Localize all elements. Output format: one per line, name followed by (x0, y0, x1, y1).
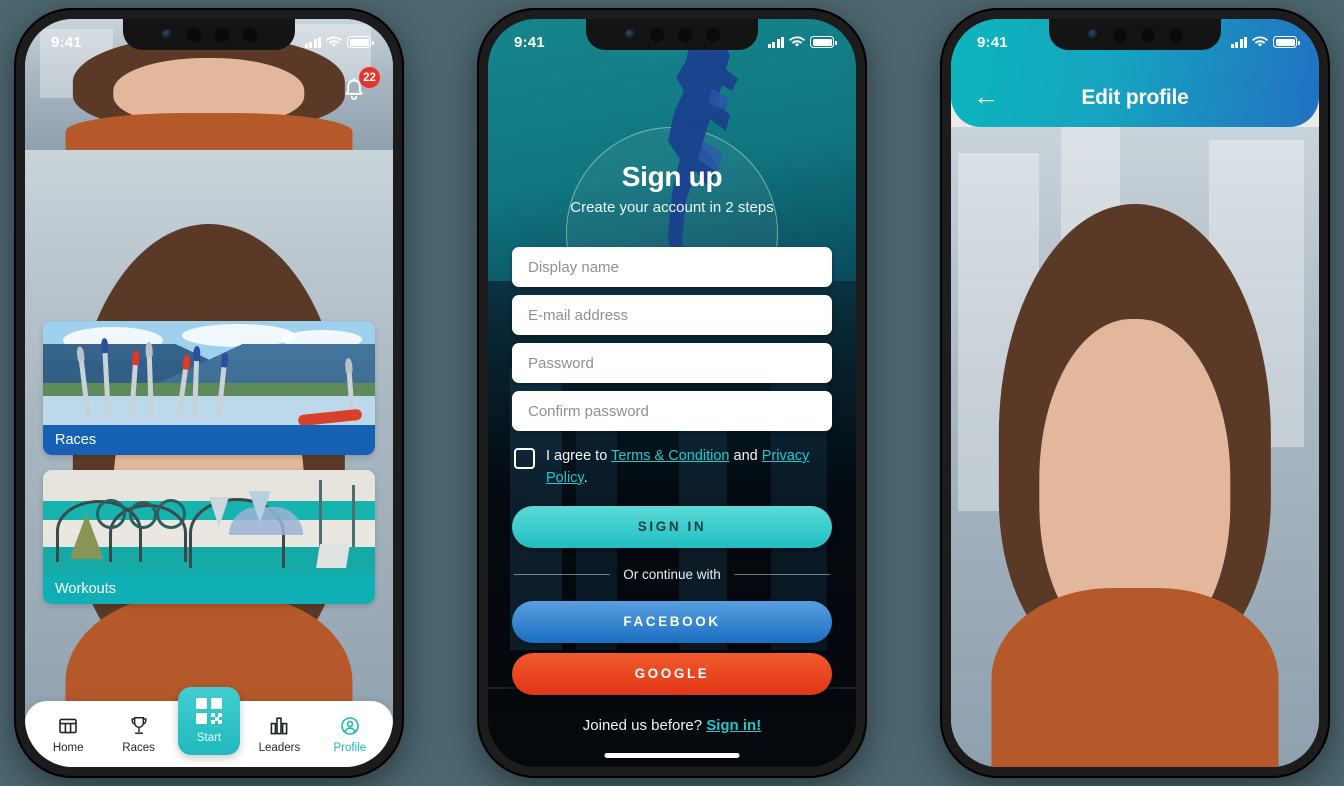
avatar[interactable] (25, 19, 393, 158)
home-indicator (604, 753, 740, 758)
tab-home[interactable]: Home (33, 714, 103, 754)
tab-profile[interactable]: Profile (315, 714, 385, 754)
divider-line (514, 573, 611, 575)
terms-checkbox[interactable] (514, 448, 535, 469)
card-workouts[interactable]: Workouts (43, 470, 375, 604)
bottom-tab-bar: Home Races . Leaders (25, 687, 393, 767)
phone-notch (1049, 19, 1221, 50)
facebook-button[interactable]: FACEBOOK (512, 600, 832, 643)
sensor-dot (677, 27, 692, 42)
sensor-dot (1112, 27, 1127, 42)
phone-edit-profile-screen: 9:41 ← Edit profile (940, 8, 1330, 778)
signal-bars-icon (767, 36, 784, 48)
home-grid-icon (33, 714, 103, 738)
front-camera-icon (161, 29, 173, 40)
phone-signup-screen: 9:41 Sign up Create your account in 2 st… (477, 8, 867, 778)
tab-label: Home (52, 742, 84, 754)
phone-notch (123, 19, 295, 50)
email-input[interactable]: E-mail address (512, 295, 832, 335)
terms-middle: and (729, 448, 762, 464)
page-title: Edit profile (1081, 86, 1189, 109)
terms-agreement-row: I agree to Terms & Condition and Privacy… (512, 439, 832, 490)
sensor-dot (186, 27, 201, 42)
status-time: 9:41 (51, 33, 82, 51)
signin-footer: Joined us before? Sign in! (512, 717, 832, 734)
bar-chart-icon (244, 714, 314, 738)
notifications-button[interactable]: 22 (341, 67, 380, 110)
terms-text: I agree to Terms & Condition and Privacy… (546, 446, 830, 490)
sensor-dot (242, 27, 257, 42)
sign-in-link[interactable]: Sign in! (706, 717, 761, 734)
divider-line (733, 573, 831, 575)
avatar[interactable] (951, 127, 1319, 767)
home-screen: Hi Katharina! Are you ready to race toda… (25, 19, 393, 767)
sensor-dot (1140, 27, 1155, 42)
card-races[interactable]: Races (43, 321, 375, 455)
divider-text: Or continue with (623, 566, 721, 582)
tab-leaders[interactable]: Leaders (244, 714, 314, 754)
sign-in-button[interactable]: SIGN IN (512, 505, 832, 548)
sensor-dot (1168, 27, 1183, 42)
phone-home-screen: 9:41 Hi Katharina! Are you rea (14, 8, 404, 778)
wifi-icon (789, 36, 805, 47)
battery-icon (347, 36, 374, 48)
trophy-icon (103, 714, 173, 738)
page-title: Sign up (621, 161, 723, 192)
tab-start[interactable]: Start (178, 687, 240, 755)
status-time: 9:41 (977, 33, 1008, 51)
workouts-image (43, 470, 375, 574)
status-time: 9:41 (514, 33, 545, 51)
display-name-input[interactable]: Display name (512, 247, 832, 287)
sensor-dot (705, 27, 720, 42)
tab-races[interactable]: Races (103, 714, 173, 754)
wifi-icon (326, 36, 342, 47)
card-caption: Races (43, 425, 375, 455)
signal-bars-icon (1230, 36, 1247, 48)
mockup-stage: 9:41 Hi Katharina! Are you rea (0, 0, 1344, 786)
avatar[interactable] (25, 150, 393, 767)
user-circle-icon (315, 714, 385, 738)
races-image (43, 321, 375, 425)
battery-icon (1273, 36, 1300, 48)
terms-prefix: I agree to (546, 448, 612, 464)
divider: Or continue with (514, 566, 831, 582)
sensor-dot (649, 27, 664, 42)
terms-suffix: . (583, 469, 588, 486)
hero-subtitle: Create your account in 2 steps (570, 199, 774, 216)
sensor-dot (214, 27, 229, 42)
battery-icon (810, 36, 837, 48)
front-camera-icon (624, 29, 636, 40)
signup-screen: Sign up Create your account in 2 steps D… (488, 19, 856, 767)
password-input[interactable]: Password (512, 343, 832, 383)
signin-footer-text: Joined us before? (582, 716, 703, 734)
wifi-icon (1252, 36, 1268, 47)
edit-profile-screen: ← Edit profile (951, 19, 1319, 767)
phone-notch (586, 19, 758, 50)
signal-bars-icon (304, 36, 321, 48)
tab-label: Leaders (258, 742, 301, 754)
confirm-password-input[interactable]: Confirm password (512, 391, 832, 431)
notification-badge: 22 (359, 67, 380, 88)
front-camera-icon (1087, 29, 1099, 40)
card-caption: Workouts (43, 574, 375, 604)
signup-form: Display name E-mail address Password Con… (488, 247, 856, 734)
tab-label: Races (122, 742, 155, 754)
tab-label: Profile (333, 742, 367, 754)
qr-code-icon (196, 698, 222, 724)
google-button[interactable]: GOOGLE (512, 652, 832, 695)
terms-link[interactable]: Terms & Condition (611, 448, 729, 464)
profile-summary: Katharina Danishova Member since 2020 La… (25, 150, 393, 767)
tab-label: Start (196, 732, 222, 744)
